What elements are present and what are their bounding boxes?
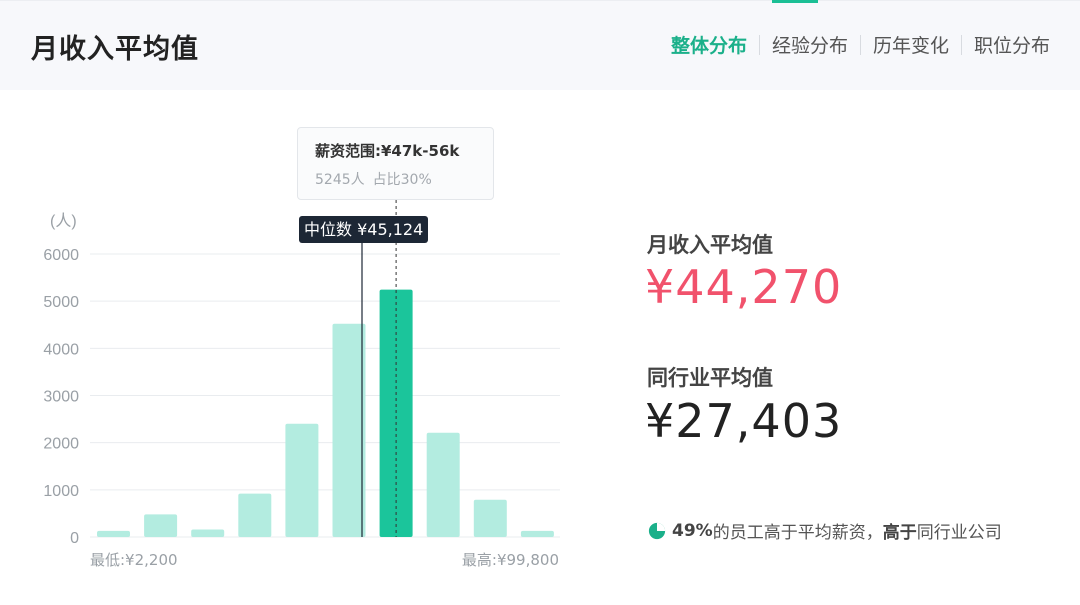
industry-avg-value: ¥27,403 — [645, 394, 843, 448]
tab-divider — [960, 34, 962, 55]
tab-overall-distribution[interactable]: 整体分布 — [671, 31, 747, 58]
compare-text-2: 同行业公司 — [916, 523, 1002, 543]
tab-position-distribution[interactable]: 职位分布 — [974, 31, 1050, 58]
industry-avg-label: 同行业平均值 — [647, 366, 773, 390]
pie-gap — [657, 522, 666, 531]
y-tick-label: 0 — [70, 530, 79, 547]
histogram-bar — [520, 530, 554, 537]
top-accent-bar — [772, 0, 818, 3]
y-tick-label: 4000 — [43, 341, 79, 358]
median-badge: 中位数 ¥45,124 — [299, 216, 429, 243]
tab-divider — [859, 34, 861, 55]
y-tick-label: 5000 — [43, 294, 79, 311]
histogram-bar — [144, 514, 178, 537]
max-salary-label: 最高:¥99,800 — [462, 551, 559, 569]
tab-experience-distribution[interactable]: 经验分布 — [772, 31, 848, 58]
histogram-bar — [97, 530, 130, 537]
compare-percent: 49% — [672, 520, 713, 541]
tab-bar: 整体分布 经验分布 历年变化 职位分布 — [671, 31, 1050, 58]
y-tick-label: 3000 — [43, 389, 79, 406]
page-header: 月收入平均值 整体分布 经验分布 历年变化 职位分布 — [0, 0, 1080, 90]
compare-text-1: 的员工高于平均薪资， — [712, 523, 883, 543]
tooltip-detail: 5245人 占比30% — [315, 169, 493, 189]
tab-divider — [758, 34, 760, 55]
avg-salary-label: 月收入平均值 — [647, 233, 773, 257]
comparison-summary: 49% 的员工高于平均薪资， 高于 同行业公司 — [648, 518, 1002, 543]
compare-bold: 高于 — [882, 523, 917, 543]
tooltip-share: 占比30% — [372, 172, 432, 188]
pie-chart-icon — [648, 522, 666, 539]
y-tick-label: 1000 — [43, 483, 79, 500]
avg-salary-value: ¥44,270 — [645, 260, 843, 314]
tooltip-title: 薪资范围:¥47k-56k — [315, 142, 460, 160]
histogram-bar — [285, 423, 319, 537]
y-axis-label: (人) — [50, 212, 77, 230]
tooltip-count: 5245人 — [315, 172, 365, 188]
histogram-bar — [426, 432, 460, 537]
tab-yearly-change[interactable]: 历年变化 — [873, 31, 949, 58]
histogram-bar — [191, 529, 225, 537]
histogram-bar — [332, 323, 366, 537]
y-tick-label: 2000 — [43, 436, 79, 453]
y-tick-label: 6000 — [43, 247, 79, 264]
bar-tooltip: 薪资范围:¥47k-56k 5245人 占比30% — [297, 127, 494, 200]
page-title: 月收入平均值 — [31, 34, 199, 65]
min-salary-label: 最低:¥2,200 — [90, 551, 178, 569]
histogram-bar — [238, 493, 272, 537]
histogram-bar — [473, 499, 507, 537]
